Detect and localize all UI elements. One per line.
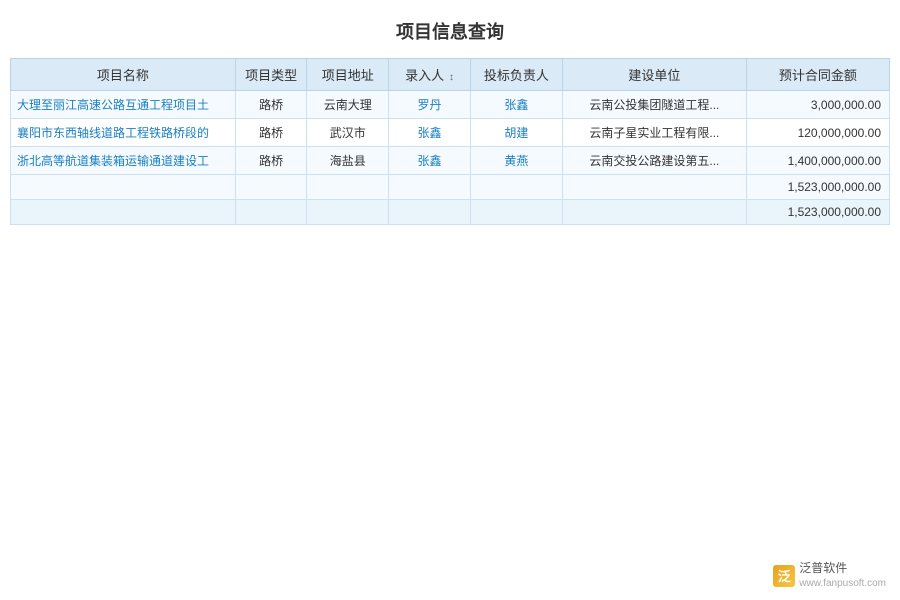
subtotal-empty-cell — [562, 175, 746, 200]
total-empty-cell — [562, 200, 746, 225]
table-row: 大理至丽江高速公路互通工程项目土路桥云南大理罗丹张鑫云南公投集团隧道工程...3… — [11, 91, 890, 119]
subtotal-empty-cell — [307, 175, 389, 200]
logo-char: 泛 — [778, 566, 791, 585]
cell-type: 路桥 — [235, 147, 307, 175]
footer-logo: 泛 泛普软件 www.fanpusoft.com — [773, 561, 886, 590]
table-row: 浙北高等航道集装箱运输通道建设工路桥海盐县张鑫黄燕云南交投公路建设第五...1,… — [11, 147, 890, 175]
subtotal-empty-cell — [470, 175, 562, 200]
col-header-entry[interactable]: 录入人 ↕ — [389, 59, 471, 91]
total-amount: 1,523,000,000.00 — [746, 200, 889, 225]
total-empty-cell — [235, 200, 307, 225]
cell-entry[interactable]: 张鑫 — [389, 119, 471, 147]
cell-builder: 云南交投公路建设第五... — [562, 147, 746, 175]
total-row: 1,523,000,000.00 — [11, 200, 890, 225]
col-header-builder: 建设单位 — [562, 59, 746, 91]
cell-type: 路桥 — [235, 119, 307, 147]
total-empty-cell — [389, 200, 471, 225]
cell-builder: 云南公投集团隧道工程... — [562, 91, 746, 119]
subtotal-amount: 1,523,000,000.00 — [746, 175, 889, 200]
subtotal-empty-cell — [389, 175, 471, 200]
cell-bid[interactable]: 黄燕 — [470, 147, 562, 175]
table-container: 项目名称项目类型项目地址录入人 ↕投标负责人建设单位预计合同金额 大理至丽江高速… — [0, 58, 900, 225]
logo-sub-text: www.fanpusoft.com — [799, 577, 886, 590]
cell-amount: 120,000,000.00 — [746, 119, 889, 147]
cell-bid[interactable]: 张鑫 — [470, 91, 562, 119]
cell-entry[interactable]: 罗丹 — [389, 91, 471, 119]
cell-name[interactable]: 浙北高等航道集装箱运输通道建设工 — [11, 147, 236, 175]
subtotal-empty-cell — [11, 175, 236, 200]
page-title: 项目信息查询 — [0, 0, 900, 58]
cell-bid[interactable]: 胡建 — [470, 119, 562, 147]
cell-type: 路桥 — [235, 91, 307, 119]
logo-text: 泛普软件 www.fanpusoft.com — [799, 561, 886, 590]
cell-addr: 海盐县 — [307, 147, 389, 175]
table-row: 襄阳市东西轴线道路工程铁路桥段的路桥武汉市张鑫胡建云南子星实业工程有限...12… — [11, 119, 890, 147]
subtotal-empty-cell — [235, 175, 307, 200]
cell-name[interactable]: 襄阳市东西轴线道路工程铁路桥段的 — [11, 119, 236, 147]
col-header-name: 项目名称 — [11, 59, 236, 91]
cell-entry[interactable]: 张鑫 — [389, 147, 471, 175]
col-header-addr: 项目地址 — [307, 59, 389, 91]
cell-addr: 武汉市 — [307, 119, 389, 147]
total-empty-cell — [470, 200, 562, 225]
total-empty-cell — [11, 200, 236, 225]
total-empty-cell — [307, 200, 389, 225]
cell-amount: 3,000,000.00 — [746, 91, 889, 119]
subtotal-row: 1,523,000,000.00 — [11, 175, 890, 200]
sort-icon-entry[interactable]: ↕ — [446, 72, 454, 83]
table-header-row: 项目名称项目类型项目地址录入人 ↕投标负责人建设单位预计合同金额 — [11, 59, 890, 91]
cell-name[interactable]: 大理至丽江高速公路互通工程项目土 — [11, 91, 236, 119]
cell-addr: 云南大理 — [307, 91, 389, 119]
cell-builder: 云南子星实业工程有限... — [562, 119, 746, 147]
col-header-type: 项目类型 — [235, 59, 307, 91]
logo-icon: 泛 — [773, 565, 795, 587]
col-header-bid: 投标负责人 — [470, 59, 562, 91]
cell-amount: 1,400,000,000.00 — [746, 147, 889, 175]
col-header-amount: 预计合同金额 — [746, 59, 889, 91]
project-table: 项目名称项目类型项目地址录入人 ↕投标负责人建设单位预计合同金额 大理至丽江高速… — [10, 58, 890, 225]
logo-main-text: 泛普软件 — [799, 561, 886, 577]
